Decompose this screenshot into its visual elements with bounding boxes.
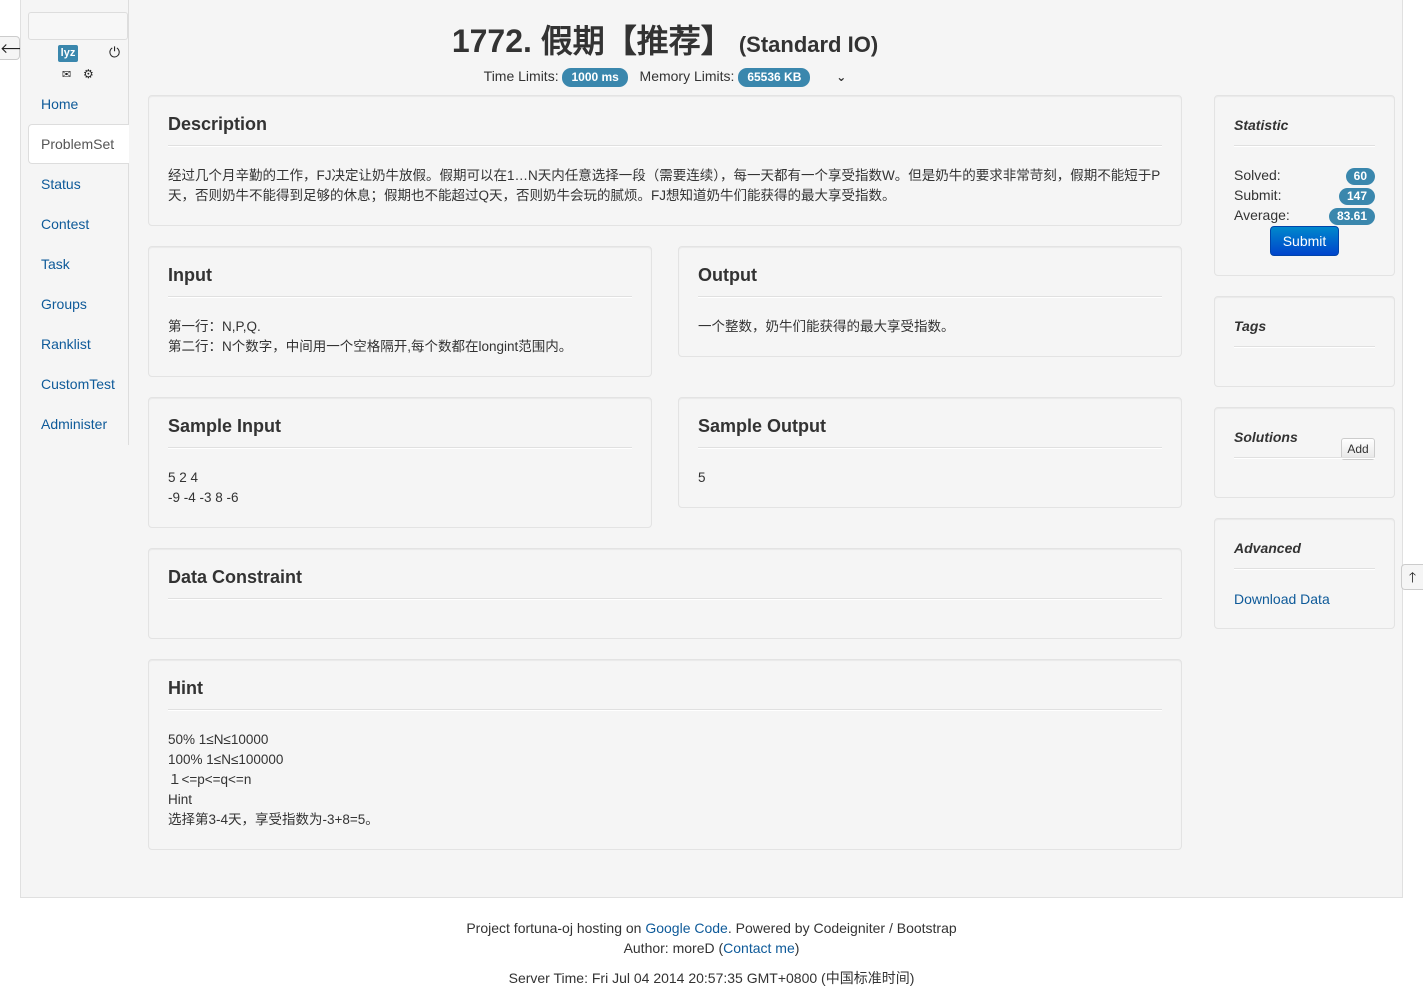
- divider: [1234, 346, 1375, 348]
- footer-text: . Powered by Codeigniter / Bootstrap: [727, 920, 957, 936]
- sidebar-item-ranklist[interactable]: Ranklist: [28, 324, 129, 364]
- sample-input-title: Sample Input: [168, 416, 282, 436]
- sidebar-item-groups[interactable]: Groups: [28, 284, 129, 324]
- footer-line-2: Author: moreD (Contact me): [0, 938, 1423, 958]
- hint-line: Hint: [168, 792, 193, 807]
- problem-title: 1772. 假期【推荐】: [451, 23, 733, 59]
- average-label: Average:: [1234, 207, 1290, 223]
- hint-title: Hint: [168, 678, 203, 698]
- page-title: 1772. 假期【推荐】 (Standard IO): [148, 16, 1182, 64]
- gear-icon[interactable]: ⚙: [83, 67, 94, 81]
- input-panel: Input 第一行：N,P,Q. 第二行：N个数字，中间用一个空格隔开,每个数都…: [148, 246, 652, 377]
- sidebar-item-task[interactable]: Task: [28, 244, 129, 284]
- collapse-sidebar-button[interactable]: 🡐: [0, 36, 38, 60]
- time-limit-badge: 1000 ms: [562, 68, 628, 87]
- time-limit-label: Time Limits:: [483, 68, 559, 84]
- tags-panel: Tags: [1214, 296, 1395, 387]
- limits-bar: Time Limits: 1000 ms Memory Limits: 6553…: [148, 68, 1182, 87]
- hint-line: １<=p<=q<=n: [168, 772, 252, 787]
- divider: [168, 598, 1162, 600]
- data-constraint-title: Data Constraint: [168, 567, 303, 587]
- divider: [698, 447, 1162, 449]
- divider: [698, 296, 1162, 298]
- data-constraint-panel: Data Constraint: [148, 548, 1182, 639]
- solutions-panel: Solutions Add: [1214, 407, 1395, 498]
- scroll-top-button[interactable]: 🡑: [1401, 564, 1423, 590]
- memory-limit-label: Memory Limits:: [639, 68, 735, 84]
- hint-line: 100% 1≤N≤100000: [168, 752, 284, 767]
- output-line: 一个整数，奶牛们能获得的最大享受指数。: [698, 319, 955, 334]
- output-text: 一个整数，奶牛们能获得的最大享受指数。: [698, 317, 1162, 337]
- input-title: Input: [168, 265, 212, 285]
- input-line: 第二行：N个数字，中间用一个空格隔开,每个数都在longint范围内。: [168, 339, 573, 354]
- footer: Project fortuna-oj hosting on Google Cod…: [0, 918, 1423, 988]
- divider: [1234, 457, 1375, 459]
- sample-output-line: 5: [698, 470, 706, 485]
- arrow-up-icon: 🡑: [1408, 569, 1417, 585]
- sidebar-item-problemset[interactable]: ProblemSet: [28, 124, 129, 164]
- input-line: 第一行：N,P,Q.: [168, 319, 261, 334]
- divider: [1234, 145, 1375, 147]
- description-text: 经过几个月辛勤的工作，FJ决定让奶牛放假。假期可以在1…N天内任意选择一段（需要…: [168, 168, 1161, 203]
- divider: [168, 447, 632, 449]
- footer-line-1: Project fortuna-oj hosting on Google Cod…: [0, 918, 1423, 938]
- average-row: Average: 83.61: [1234, 207, 1375, 227]
- divider: [168, 296, 632, 298]
- problem-io-type: (Standard IO): [738, 32, 879, 57]
- output-panel: Output 一个整数，奶牛们能获得的最大享受指数。: [678, 246, 1182, 357]
- footer-text: Author: moreD (: [623, 940, 724, 956]
- description-title: Description: [168, 114, 268, 134]
- divider: [1234, 568, 1375, 570]
- power-icon[interactable]: ⏻: [109, 44, 120, 61]
- statistic-panel: Statistic Solved: 60 Submit: 147 Average…: [1214, 95, 1395, 276]
- divider: [168, 709, 1162, 711]
- download-data-link[interactable]: Download Data: [1234, 591, 1375, 611]
- advanced-title: Advanced: [1234, 540, 1301, 556]
- contact-me-link[interactable]: Contact me: [723, 940, 795, 956]
- search-input[interactable]: [28, 12, 128, 40]
- chevron-down-icon[interactable]: ⌄: [836, 70, 846, 84]
- output-title: Output: [698, 265, 757, 285]
- sample-output-title: Sample Output: [698, 416, 827, 436]
- sample-input-panel: Sample Input 5 2 4 -9 -4 -3 8 -6: [148, 397, 652, 528]
- sidebar-item-status[interactable]: Status: [28, 164, 129, 204]
- submit-row: Submit: 147: [1234, 187, 1375, 207]
- sample-input-line: 5 2 4: [168, 470, 199, 485]
- solved-label: Solved:: [1234, 167, 1281, 183]
- server-time: Server Time: Fri Jul 04 2014 20:57:35 GM…: [508, 970, 915, 986]
- sidebar-item-contest[interactable]: Contest: [28, 204, 129, 244]
- footer-text: Project fortuna-oj hosting on: [466, 920, 646, 936]
- google-code-link[interactable]: Google Code: [645, 920, 728, 936]
- footer-text: ): [794, 940, 800, 956]
- hint-line: 50% 1≤N≤10000: [168, 732, 269, 747]
- hint-text: 50% 1≤N≤10000 100% 1≤N≤100000 １<=p<=q<=n…: [168, 730, 1162, 830]
- submit-label: Submit:: [1234, 187, 1282, 203]
- sample-output-text: 5: [698, 468, 1162, 488]
- solved-row: Solved: 60: [1234, 167, 1375, 187]
- tags-title: Tags: [1234, 318, 1267, 334]
- submit-badge: 147: [1338, 188, 1375, 205]
- memory-limit-badge: 65536 KB: [738, 68, 811, 87]
- sidebar-item-customtest[interactable]: CustomTest: [28, 364, 129, 404]
- sidebar: lyz ⏻ ✉ ⚙ Home ProblemSet Status Contest…: [28, 0, 129, 445]
- description-panel: Description 经过几个月辛勤的工作，FJ决定让奶牛放假。假期可以在1……: [148, 95, 1182, 226]
- sample-output-panel: Sample Output 5: [678, 397, 1182, 508]
- sidebar-item-home[interactable]: Home: [28, 84, 129, 124]
- solved-badge: 60: [1345, 168, 1375, 185]
- hint-line: 选择第3-4天，享受指数为-3+8=5。: [168, 812, 379, 827]
- sample-input-text: 5 2 4 -9 -4 -3 8 -6: [168, 468, 632, 508]
- user-badge[interactable]: lyz: [58, 45, 78, 62]
- average-badge: 83.61: [1328, 208, 1375, 225]
- mail-icon[interactable]: ✉: [62, 68, 71, 81]
- divider: [168, 145, 1162, 147]
- sample-input-line: -9 -4 -3 8 -6: [168, 490, 239, 505]
- statistic-title: Statistic: [1234, 117, 1289, 133]
- solutions-title: Solutions: [1234, 429, 1298, 445]
- hint-panel: Hint 50% 1≤N≤10000 100% 1≤N≤100000 １<=p<…: [148, 659, 1182, 850]
- submit-button[interactable]: Submit: [1270, 226, 1339, 256]
- input-text: 第一行：N,P,Q. 第二行：N个数字，中间用一个空格隔开,每个数都在longi…: [168, 317, 632, 357]
- advanced-panel: Advanced Download Data: [1214, 518, 1395, 629]
- sidebar-nav: Home ProblemSet Status Contest Task Grou…: [28, 84, 129, 444]
- sidebar-item-administer[interactable]: Administer: [28, 404, 129, 444]
